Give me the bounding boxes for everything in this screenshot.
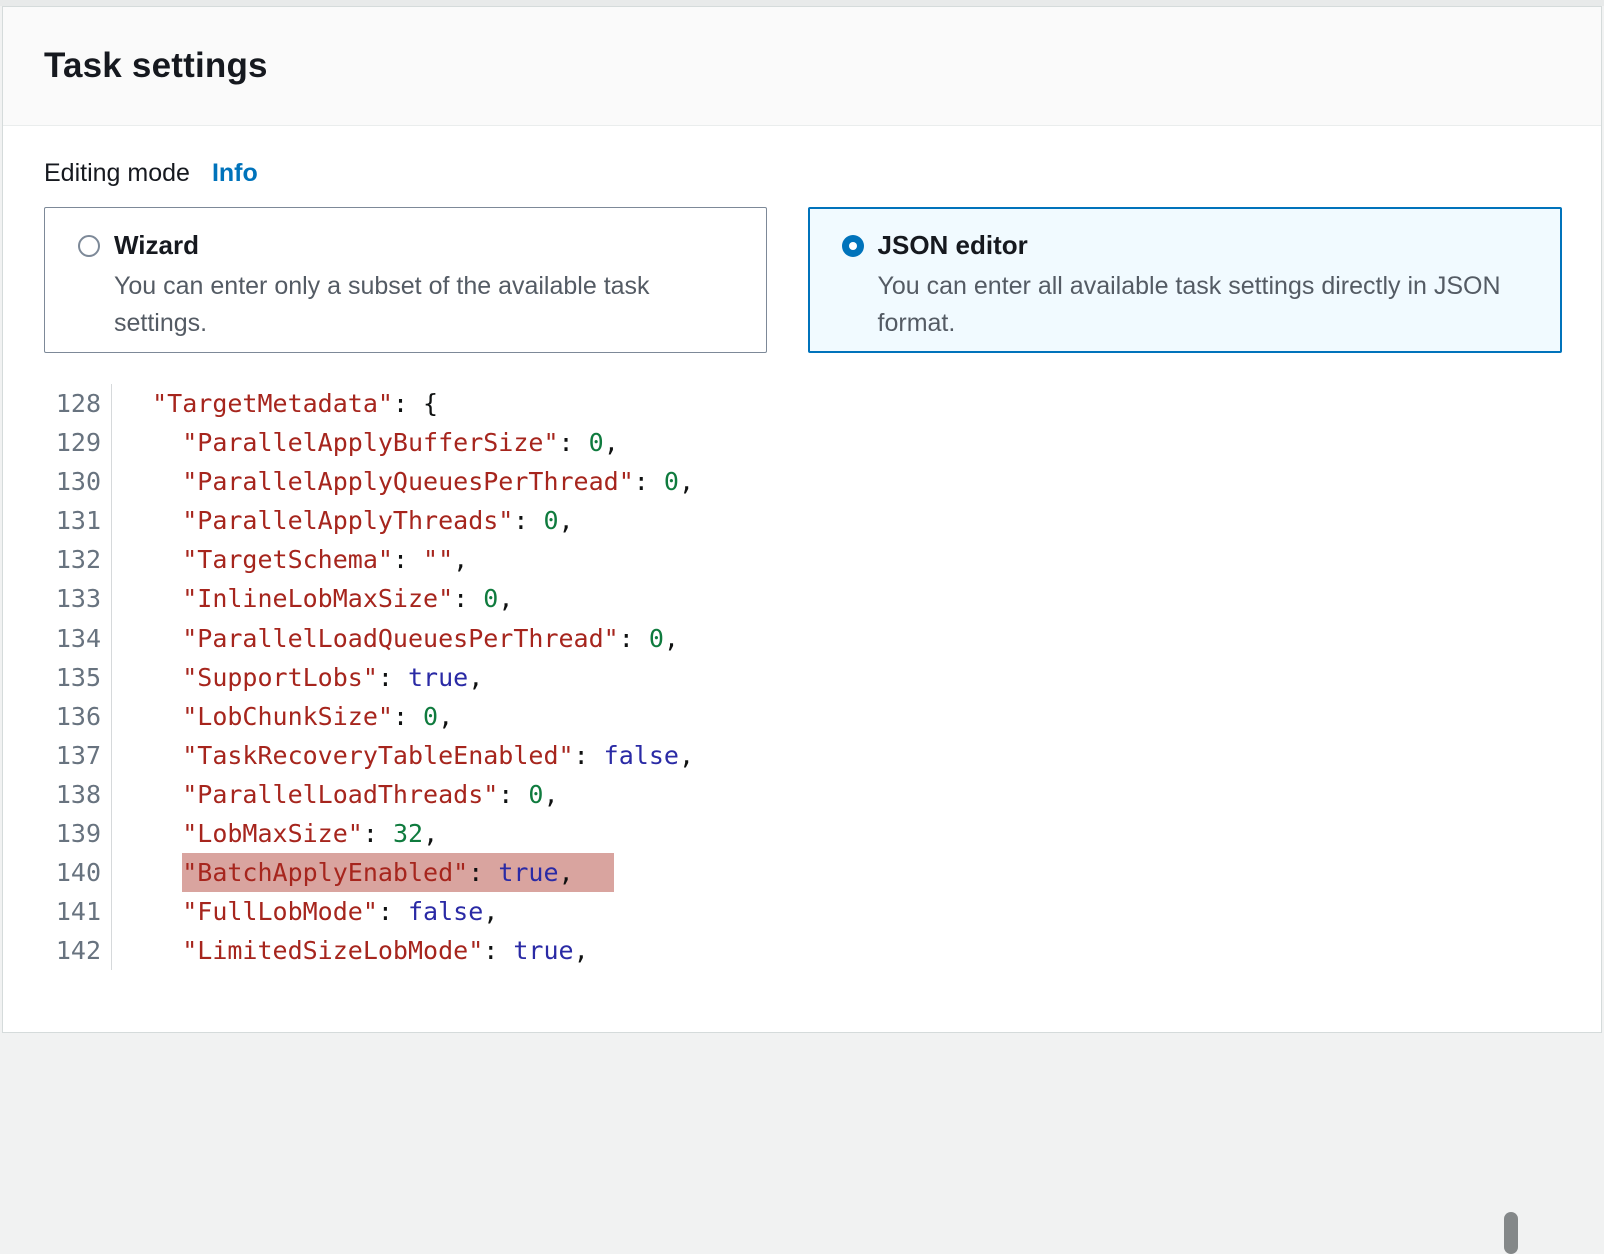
editing-mode-tiles: Wizard You can enter only a subset of th… bbox=[44, 207, 1562, 353]
line-number: 130 bbox=[44, 462, 112, 501]
wizard-tile[interactable]: Wizard You can enter only a subset of th… bbox=[44, 207, 767, 353]
wizard-tile-description: You can enter only a subset of the avail… bbox=[114, 268, 742, 342]
code-line: 137 "TaskRecoveryTableEnabled": false, bbox=[44, 736, 1562, 775]
line-number: 133 bbox=[44, 579, 112, 618]
code-text: "ParallelLoadThreads": 0, bbox=[112, 775, 559, 814]
line-number: 137 bbox=[44, 736, 112, 775]
code-text: "ParallelApplyThreads": 0, bbox=[112, 501, 574, 540]
info-link[interactable]: Info bbox=[212, 156, 258, 190]
editor-scrollbar-thumb[interactable] bbox=[1504, 1212, 1518, 1254]
line-number: 134 bbox=[44, 619, 112, 658]
json-editor-tile-description: You can enter all available task setting… bbox=[878, 268, 1523, 342]
code-line: 139 "LobMaxSize": 32, bbox=[44, 814, 1562, 853]
code-text: "LimitedSizeLobMode": true, bbox=[112, 931, 589, 970]
wizard-radio-button[interactable] bbox=[78, 235, 100, 257]
code-line: 133 "InlineLobMaxSize": 0, bbox=[44, 579, 1562, 618]
editing-mode-row: Editing mode Info bbox=[44, 156, 1562, 190]
code-line: 131 "ParallelApplyThreads": 0, bbox=[44, 501, 1562, 540]
code-line: 128 "TargetMetadata": { bbox=[44, 384, 1562, 423]
code-text: "InlineLobMaxSize": 0, bbox=[112, 579, 513, 618]
line-number: 131 bbox=[44, 501, 112, 540]
line-number: 136 bbox=[44, 697, 112, 736]
code-line: 140 "BatchApplyEnabled": true, bbox=[44, 853, 1562, 892]
line-number: 139 bbox=[44, 814, 112, 853]
code-line: 142 "LimitedSizeLobMode": true, bbox=[44, 931, 1562, 970]
code-line: 130 "ParallelApplyQueuesPerThread": 0, bbox=[44, 462, 1562, 501]
code-text: "TargetSchema": "", bbox=[112, 540, 468, 579]
code-text: "ParallelApplyBufferSize": 0, bbox=[112, 423, 619, 462]
editing-mode-label: Editing mode bbox=[44, 156, 190, 190]
code-text: "ParallelApplyQueuesPerThread": 0, bbox=[112, 462, 694, 501]
code-text: "TaskRecoveryTableEnabled": false, bbox=[112, 736, 694, 775]
json-editor-tile[interactable]: JSON editor You can enter all available … bbox=[808, 207, 1562, 353]
wizard-tile-title: Wizard bbox=[114, 230, 199, 261]
line-number: 128 bbox=[44, 384, 112, 423]
line-number: 132 bbox=[44, 540, 112, 579]
panel-header: Task settings bbox=[3, 7, 1601, 126]
code-line: 132 "TargetSchema": "", bbox=[44, 540, 1562, 579]
line-number: 129 bbox=[44, 423, 112, 462]
highlighted-code: "BatchApplyEnabled": true, bbox=[182, 853, 613, 892]
json-editor-radio-button[interactable] bbox=[842, 235, 864, 257]
panel-content: Editing mode Info Wizard You can enter o… bbox=[3, 126, 1601, 1030]
wizard-tile-header: Wizard bbox=[78, 230, 742, 261]
line-number: 138 bbox=[44, 775, 112, 814]
line-number: 140 bbox=[44, 853, 112, 892]
task-settings-panel: Task settings Editing mode Info Wizard Y… bbox=[2, 6, 1602, 1033]
code-text: "LobChunkSize": 0, bbox=[112, 697, 453, 736]
code-line: 129 "ParallelApplyBufferSize": 0, bbox=[44, 423, 1562, 462]
code-text: "SupportLobs": true, bbox=[112, 658, 483, 697]
code-text: "BatchApplyEnabled": true, bbox=[112, 853, 614, 892]
code-text: "LobMaxSize": 32, bbox=[112, 814, 438, 853]
line-number: 135 bbox=[44, 658, 112, 697]
line-number: 142 bbox=[44, 931, 112, 970]
code-text: "FullLobMode": false, bbox=[112, 892, 498, 931]
code-text: "ParallelLoadQueuesPerThread": 0, bbox=[112, 619, 679, 658]
code-text: "TargetMetadata": { bbox=[112, 384, 438, 423]
line-number: 141 bbox=[44, 892, 112, 931]
code-line: 138 "ParallelLoadThreads": 0, bbox=[44, 775, 1562, 814]
page-title: Task settings bbox=[44, 46, 268, 86]
json-editor-tile-title: JSON editor bbox=[878, 230, 1028, 261]
code-editor[interactable]: 128 "TargetMetadata": {129 "ParallelAppl… bbox=[44, 384, 1562, 1030]
code-line: 134 "ParallelLoadQueuesPerThread": 0, bbox=[44, 619, 1562, 658]
json-editor-tile-header: JSON editor bbox=[842, 230, 1537, 261]
code-line: 136 "LobChunkSize": 0, bbox=[44, 697, 1562, 736]
code-line: 135 "SupportLobs": true, bbox=[44, 658, 1562, 697]
code-line: 141 "FullLobMode": false, bbox=[44, 892, 1562, 931]
